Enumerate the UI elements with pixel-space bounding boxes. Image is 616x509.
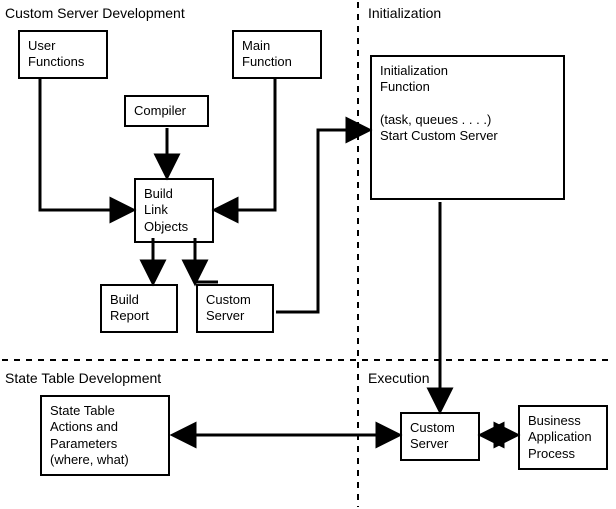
box-user-functions: UserFunctions [18, 30, 108, 79]
box-build-report: BuildReport [100, 284, 178, 333]
arrow-customserver-to-initfn [276, 130, 368, 312]
box-build-link-objects: BuildLinkObjects [134, 178, 214, 243]
section-title-custom-server-dev: Custom Server Development [5, 5, 185, 21]
box-main-function: MainFunction [232, 30, 322, 79]
box-custom-server-bottom: CustomServer [400, 412, 480, 461]
box-business-application-process: BusinessApplicationProcess [518, 405, 608, 470]
arrow-userfn-to-buildlink [40, 78, 132, 210]
arrow-buildlink-to-customserver-seg [195, 238, 218, 282]
diagram-canvas: Custom Server Development Initialization… [0, 0, 616, 509]
box-state-table-actions: State TableActions andParameters(where, … [40, 395, 170, 476]
section-title-initialization: Initialization [368, 5, 441, 21]
box-custom-server-top: CustomServer [196, 284, 274, 333]
section-title-state-table-dev: State Table Development [5, 370, 161, 386]
section-title-execution: Execution [368, 370, 429, 386]
box-compiler: Compiler [124, 95, 209, 127]
box-initialization-function: InitializationFunction(task, queues . . … [370, 55, 565, 200]
arrow-mainfn-to-buildlink [216, 78, 275, 210]
